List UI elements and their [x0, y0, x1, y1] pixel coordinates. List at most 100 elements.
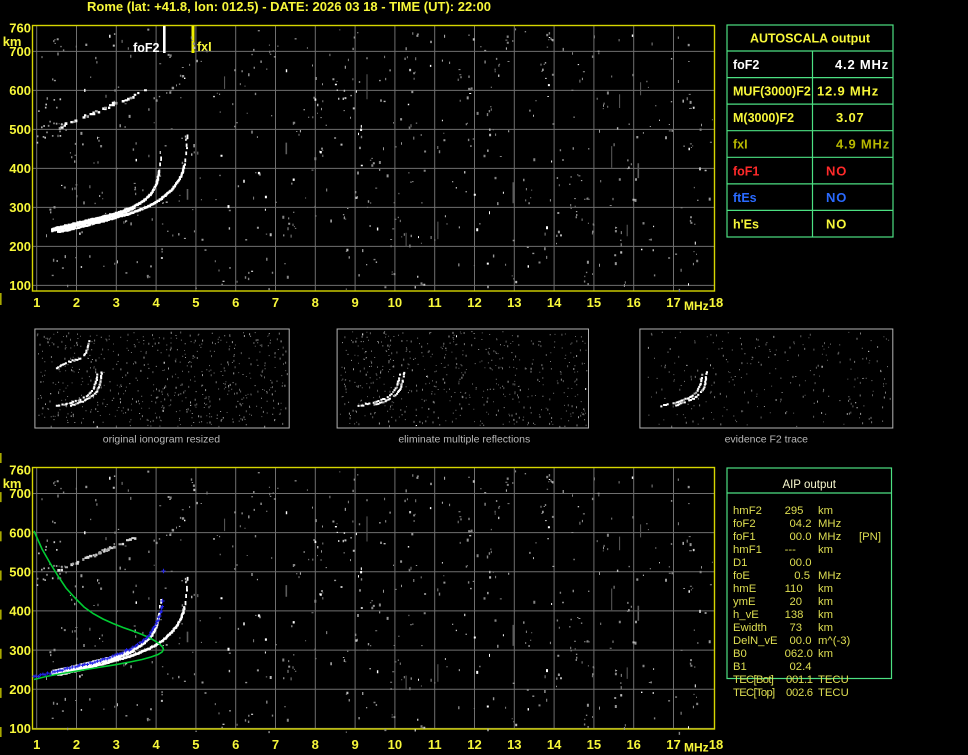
svg-text:hmE: hmE — [733, 583, 757, 595]
svg-text:B0: B0 — [733, 648, 747, 660]
svg-text:TECU: TECU — [818, 674, 849, 686]
svg-text:001.1: 001.1 — [786, 674, 813, 686]
svg-text:4.9 MHz: 4.9 MHz — [836, 137, 890, 152]
svg-text:300: 300 — [9, 200, 31, 215]
svg-text:MHz: MHz — [684, 299, 709, 313]
svg-text:h_vE: h_vE — [733, 609, 759, 621]
svg-text:AIP output: AIP output — [782, 479, 836, 491]
svg-text:fxI: fxI — [197, 40, 212, 54]
svg-text:MHz: MHz — [684, 741, 709, 755]
svg-text:12.9 MHz: 12.9 MHz — [817, 84, 879, 99]
svg-text:16: 16 — [626, 295, 640, 310]
svg-text:hmF1: hmF1 — [733, 544, 762, 556]
svg-text:14: 14 — [547, 295, 562, 310]
svg-text:062.0: 062.0 — [785, 648, 813, 660]
svg-text:13: 13 — [507, 295, 521, 310]
svg-text:1: 1 — [33, 295, 40, 310]
svg-text:hmF2: hmF2 — [733, 505, 762, 517]
svg-text:1: 1 — [33, 737, 40, 752]
svg-text:fxI: fxI — [733, 138, 748, 152]
svg-text:11: 11 — [428, 737, 442, 752]
svg-text:200: 200 — [9, 239, 31, 254]
svg-text:km: km — [818, 544, 833, 556]
svg-text:5: 5 — [192, 295, 199, 310]
svg-text:138: 138 — [785, 609, 804, 621]
svg-text:400: 400 — [9, 604, 31, 619]
svg-text:15: 15 — [587, 737, 601, 752]
svg-text:17: 17 — [666, 737, 680, 752]
svg-text:eliminate multiple reflections: eliminate multiple reflections — [398, 434, 530, 446]
svg-text:100: 100 — [9, 721, 31, 736]
svg-text:7: 7 — [272, 737, 279, 752]
svg-text:500: 500 — [9, 565, 31, 580]
svg-text:00.0: 00.0 — [790, 557, 812, 569]
svg-text:0.5: 0.5 — [794, 570, 810, 582]
svg-text:73: 73 — [790, 622, 803, 634]
svg-text:100: 100 — [9, 278, 31, 293]
svg-text:9: 9 — [351, 737, 358, 752]
svg-text:TEC[Top]: TEC[Top] — [733, 687, 775, 699]
svg-text:17: 17 — [666, 295, 680, 310]
svg-text:km: km — [818, 583, 833, 595]
svg-text:11: 11 — [428, 295, 442, 310]
svg-text:110: 110 — [785, 583, 803, 595]
svg-text:300: 300 — [9, 643, 31, 658]
svg-text:18: 18 — [709, 295, 723, 310]
svg-text:7: 7 — [272, 295, 279, 310]
svg-text:04.2: 04.2 — [790, 518, 812, 530]
svg-text:NO: NO — [826, 190, 847, 205]
svg-text:ftEs: ftEs — [733, 191, 757, 205]
svg-text:10: 10 — [388, 737, 402, 752]
svg-text:12: 12 — [467, 295, 481, 310]
svg-text:M(3000)F2: M(3000)F2 — [733, 111, 794, 125]
svg-text:Rome (lat: +41.8, lon: 012.5): Rome (lat: +41.8, lon: 012.5) - DATE: 20… — [87, 0, 491, 14]
svg-text:foE: foE — [733, 570, 750, 582]
svg-text:km: km — [3, 34, 22, 49]
svg-text:NO: NO — [826, 216, 847, 231]
svg-text:295: 295 — [785, 505, 804, 517]
svg-text:[PN]: [PN] — [859, 531, 881, 543]
svg-text:ymE: ymE — [733, 596, 756, 608]
svg-text:14: 14 — [547, 737, 562, 752]
svg-text:4: 4 — [152, 737, 160, 752]
svg-text:2: 2 — [73, 295, 80, 310]
svg-text:MHz: MHz — [818, 570, 842, 582]
svg-text:00.0: 00.0 — [790, 635, 812, 647]
svg-text:4: 4 — [152, 295, 160, 310]
svg-text:B1: B1 — [733, 661, 747, 673]
svg-text:km: km — [818, 609, 833, 621]
svg-text:---: --- — [785, 544, 797, 556]
svg-text:9: 9 — [351, 295, 358, 310]
svg-text:Ewidth: Ewidth — [733, 622, 767, 634]
svg-text:6: 6 — [232, 737, 239, 752]
svg-text:TECU: TECU — [818, 687, 849, 699]
svg-text:15: 15 — [587, 295, 601, 310]
svg-text:00.0: 00.0 — [790, 531, 812, 543]
svg-text:NO: NO — [826, 163, 847, 178]
svg-text:3.07: 3.07 — [836, 110, 865, 125]
svg-text:MUF(3000)F2: MUF(3000)F2 — [733, 85, 811, 99]
svg-text:400: 400 — [9, 161, 31, 176]
svg-text:h'Es: h'Es — [733, 217, 759, 231]
svg-text:5: 5 — [192, 737, 199, 752]
svg-text:m^(-3): m^(-3) — [818, 635, 851, 647]
svg-text:km: km — [3, 476, 22, 491]
svg-text:10: 10 — [388, 295, 402, 310]
svg-text:20: 20 — [790, 596, 803, 608]
svg-text:6: 6 — [232, 295, 239, 310]
svg-text:D1: D1 — [733, 557, 747, 569]
svg-text:13: 13 — [507, 737, 521, 752]
svg-text:500: 500 — [9, 122, 31, 137]
svg-text:km: km — [818, 622, 833, 634]
svg-text:8: 8 — [312, 295, 319, 310]
svg-text:600: 600 — [9, 83, 31, 98]
svg-text:002.6: 002.6 — [786, 687, 813, 699]
svg-text:MHz: MHz — [818, 531, 842, 543]
svg-text:MHz: MHz — [818, 518, 842, 530]
svg-text:foF2: foF2 — [733, 518, 756, 530]
svg-text:km: km — [818, 505, 833, 517]
svg-text:4.2 MHz: 4.2 MHz — [835, 57, 889, 72]
svg-text:600: 600 — [9, 525, 31, 540]
svg-text:foF1: foF1 — [733, 531, 756, 543]
svg-text:DelN_vE: DelN_vE — [733, 635, 778, 647]
